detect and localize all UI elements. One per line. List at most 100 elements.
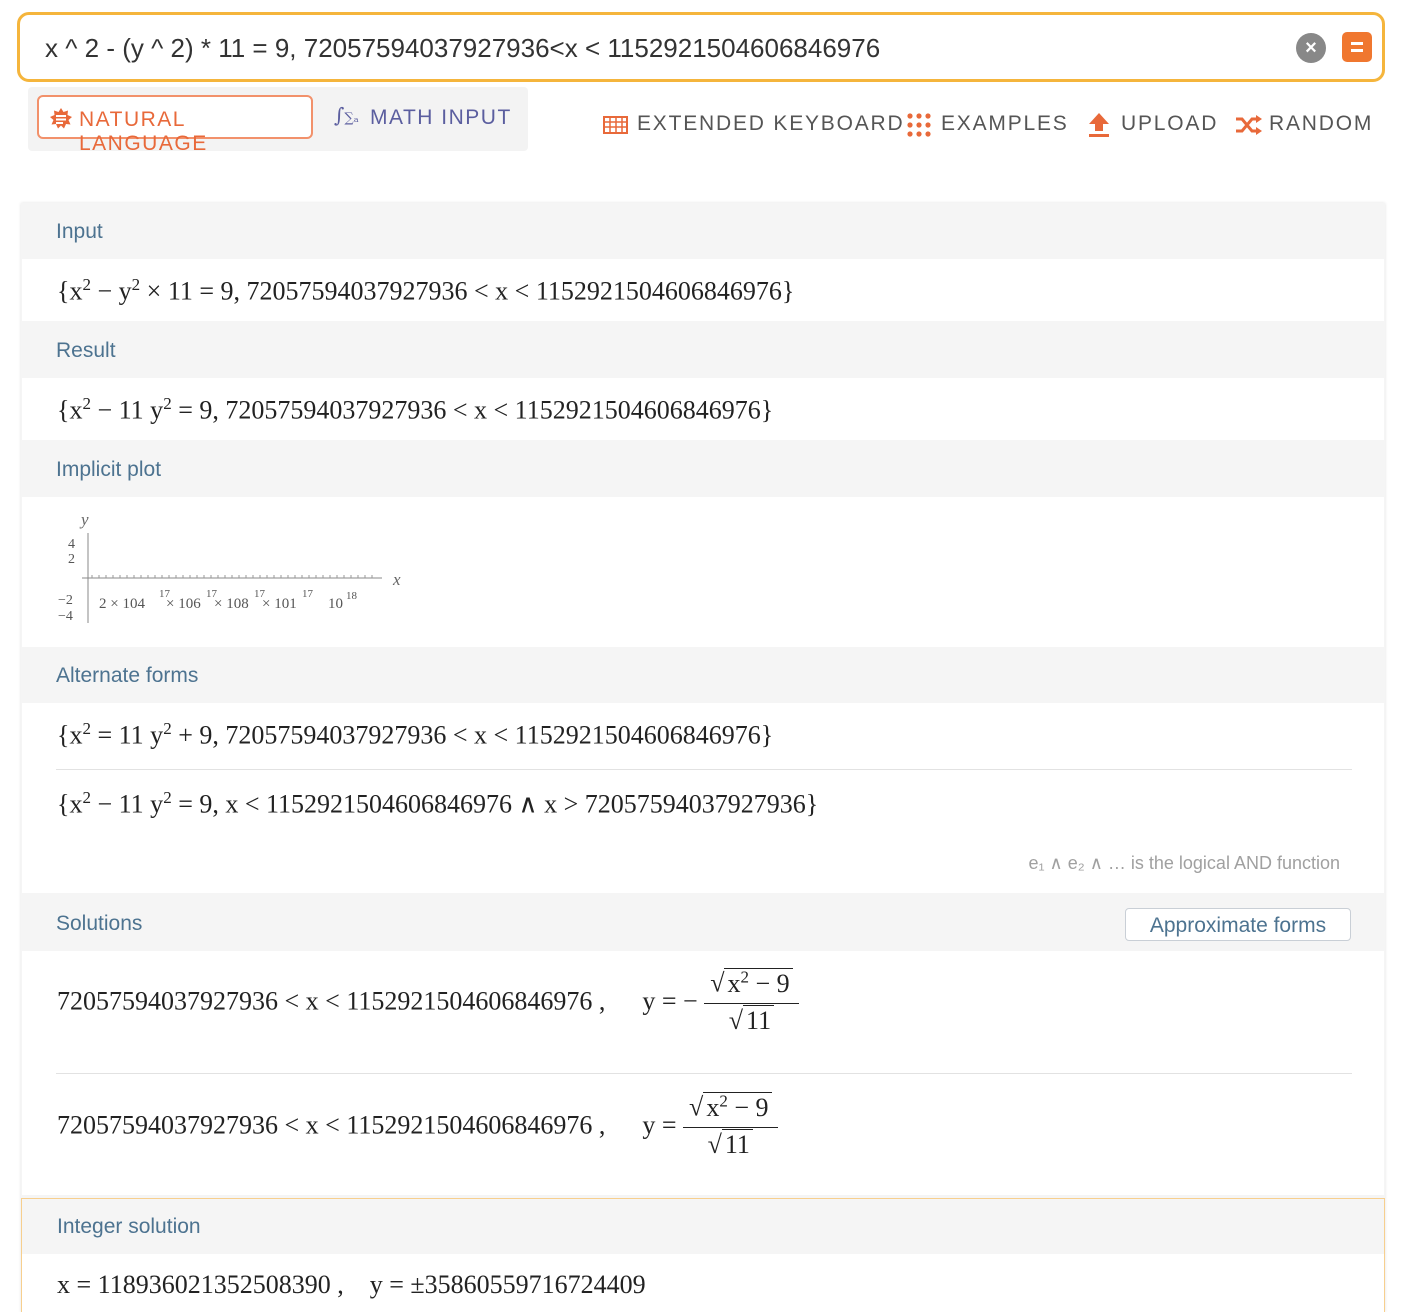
alt2-lead: {x bbox=[57, 789, 83, 819]
sol1-num-base: x bbox=[727, 968, 741, 998]
plot-x-tick-1: 2 × 104 bbox=[99, 596, 145, 612]
implicit-plot-pod-title: Implicit plot bbox=[56, 458, 162, 481]
plot-x-label: x bbox=[392, 570, 401, 589]
alt2-tail: = 9, x < 1152921504606846976 ∧ x > 72057… bbox=[171, 789, 819, 819]
extended-keyboard-label: EXTENDED KEYBOARD bbox=[637, 112, 905, 135]
plot-x-tick-2-text: × 10 bbox=[166, 596, 193, 612]
sol2-num-tail: − 9 bbox=[727, 1092, 769, 1122]
result-pod: {x2 − 11 y2 = 9, 72057594037927936 < x <… bbox=[22, 378, 1384, 440]
solution-1-range: 72057594037927936 < x < 1152921504606846… bbox=[57, 986, 606, 1016]
alternate-forms-pod-title: Alternate forms bbox=[56, 664, 199, 687]
sol1-denominator: 11 bbox=[743, 1004, 775, 1035]
input-exp2: 2 bbox=[131, 275, 141, 294]
shuffle-icon bbox=[1236, 115, 1262, 135]
plot-y-tick-neg2: −2 bbox=[58, 593, 73, 608]
solution-2-fraction: √ x2 − 9 √ 11 bbox=[683, 1091, 778, 1160]
input-pod: {x2 − y2 × 11 = 9, 72057594037927936 < x… bbox=[22, 259, 1384, 321]
plot-x-tick-2: × 106 bbox=[166, 596, 201, 612]
result-pod-title: Result bbox=[56, 339, 116, 362]
math-input-button[interactable]: ∫∑ₐ MATH INPUT bbox=[328, 95, 524, 139]
natural-language-icon bbox=[50, 108, 72, 129]
integer-solution-value: x = 118936021352508390 , y = ±3586055971… bbox=[57, 1270, 646, 1299]
sol2-num-base: x bbox=[706, 1092, 720, 1122]
plot-y-tick-2: 2 bbox=[68, 552, 75, 567]
alt1-tail: + 9, 72057594037927936 < x < 11529215046… bbox=[171, 720, 774, 750]
upload-icon bbox=[1089, 113, 1109, 137]
integer-solution-title: Integer solution bbox=[57, 1215, 201, 1238]
solution-1-y: y = − bbox=[642, 986, 698, 1016]
solution-1: 72057594037927936 < x < 1152921504606846… bbox=[57, 967, 799, 1036]
alt1-lead: {x bbox=[57, 720, 83, 750]
plot-y-label: y bbox=[79, 510, 89, 529]
integer-solution-body: x = 118936021352508390 , y = ±3586055971… bbox=[22, 1254, 1384, 1312]
plot-x-tick-2-pre: 6 bbox=[193, 596, 201, 612]
natural-language-button[interactable]: NATURAL LANGUAGE bbox=[37, 95, 313, 155]
input-pod-title: Input bbox=[56, 220, 103, 243]
input-tail: × 11 = 9, 72057594037927936 < x < 115292… bbox=[140, 276, 795, 306]
integer-solution-pod: Integer solution x = 118936021352508390 … bbox=[21, 1198, 1385, 1312]
alternate-form-2: {x2 − 11 y2 = 9, x < 1152921504606846976… bbox=[57, 788, 818, 820]
plot-x-tick-5: 10 bbox=[328, 596, 343, 612]
search-bar[interactable]: x ^ 2 - (y ^ 2) * 11 = 9, 72057594037927… bbox=[17, 12, 1385, 82]
sol1-num-exp: 2 bbox=[740, 967, 749, 986]
plot-x-tick-4-exp: 17 bbox=[302, 588, 314, 600]
plot-x-tick-1-pre: 4 bbox=[137, 596, 145, 612]
alternate-forms-divider bbox=[56, 769, 1352, 770]
alt2-exp2: 2 bbox=[163, 788, 172, 807]
solution-1-fraction: √ x2 − 9 √ 11 bbox=[704, 967, 799, 1036]
plot-y-tick-4: 4 bbox=[68, 537, 75, 552]
approximate-forms-button[interactable]: Approximate forms bbox=[1125, 908, 1351, 941]
logical-and-note: e₁ ∧ e₂ ∧ … is the logical AND function bbox=[1028, 853, 1340, 873]
plot-x-tick-1-text: 2 × 10 bbox=[99, 596, 137, 612]
math-input-icon: ∫∑ₐ bbox=[334, 103, 359, 127]
solution-2: 72057594037927936 < x < 1152921504606846… bbox=[57, 1091, 778, 1160]
sol2-num-exp: 2 bbox=[719, 1091, 728, 1110]
alt2-exp: 2 bbox=[82, 788, 91, 807]
natural-language-label: NATURAL LANGUAGE bbox=[79, 108, 208, 155]
sol1-num-tail: − 9 bbox=[748, 968, 790, 998]
plot-y-tick-neg4: −4 bbox=[58, 609, 73, 624]
upload-label: UPLOAD bbox=[1121, 112, 1219, 135]
result-exp: 2 bbox=[82, 394, 91, 413]
input-mode-toggle: NATURAL LANGUAGE ∫∑ₐ MATH INPUT bbox=[28, 87, 528, 155]
plot-x-tick-4-text: × 10 bbox=[262, 596, 289, 612]
input-mid: − y bbox=[90, 276, 132, 306]
solutions-pod-title: Solutions bbox=[56, 912, 143, 935]
grid-dots-icon bbox=[907, 113, 931, 137]
solutions-divider bbox=[56, 1073, 1352, 1074]
search-input[interactable]: x ^ 2 - (y ^ 2) * 11 = 9, 72057594037927… bbox=[45, 15, 880, 79]
implicit-plot-pod[interactable]: y x 4 2 −2 −4 2 × 104 17 × 106 17 × 108 … bbox=[22, 497, 1384, 647]
close-icon: × bbox=[1305, 37, 1317, 59]
alternate-form-1: {x2 = 11 y2 + 9, 72057594037927936 < x <… bbox=[57, 719, 773, 751]
math-input-label: MATH INPUT bbox=[370, 106, 512, 129]
plot-x-minor-ticks bbox=[91, 575, 373, 578]
input-expression: {x2 − y2 × 11 = 9, 72057594037927936 < x… bbox=[57, 275, 794, 307]
random-label: RANDOM bbox=[1269, 112, 1374, 135]
plot-x-tick-4-pre: 1 bbox=[289, 596, 297, 612]
plot-x-tick-4: × 101 bbox=[262, 596, 297, 612]
solution-2-range: 72057594037927936 < x < 1152921504606846… bbox=[57, 1110, 606, 1140]
keyboard-icon bbox=[603, 116, 628, 134]
alt1-exp: 2 bbox=[82, 719, 91, 738]
plot-x-tick-3-pre: 8 bbox=[241, 596, 249, 612]
alt1-mid: = 11 y bbox=[90, 720, 164, 750]
result-lead: {x bbox=[57, 395, 83, 425]
implicit-plot[interactable]: y x 4 2 −2 −4 2 × 104 17 × 106 17 × 108 … bbox=[52, 507, 412, 627]
sol2-denominator: 11 bbox=[721, 1128, 753, 1159]
result-exp2: 2 bbox=[163, 394, 172, 413]
input-exp: 2 bbox=[82, 275, 91, 294]
alt1-exp2: 2 bbox=[163, 719, 172, 738]
clear-input-button[interactable]: × bbox=[1296, 33, 1326, 63]
result-mid: − 11 y bbox=[90, 395, 164, 425]
examples-label: EXAMPLES bbox=[941, 112, 1069, 135]
compute-button[interactable] bbox=[1342, 32, 1372, 62]
result-expression: {x2 − 11 y2 = 9, 72057594037927936 < x <… bbox=[57, 394, 773, 426]
solution-2-y: y = bbox=[642, 1110, 677, 1140]
results-panel: Input {x2 − y2 × 11 = 9, 720575940379279… bbox=[21, 203, 1385, 1312]
solutions-pod: 72057594037927936 < x < 1152921504606846… bbox=[22, 951, 1384, 1195]
input-lead: {x bbox=[57, 276, 83, 306]
plot-x-tick-5-exp: 18 bbox=[346, 590, 358, 602]
plot-x-tick-3-text: × 10 bbox=[214, 596, 241, 612]
plot-x-tick-3: × 108 bbox=[214, 596, 249, 612]
result-tail: = 9, 72057594037927936 < x < 11529215046… bbox=[171, 395, 774, 425]
